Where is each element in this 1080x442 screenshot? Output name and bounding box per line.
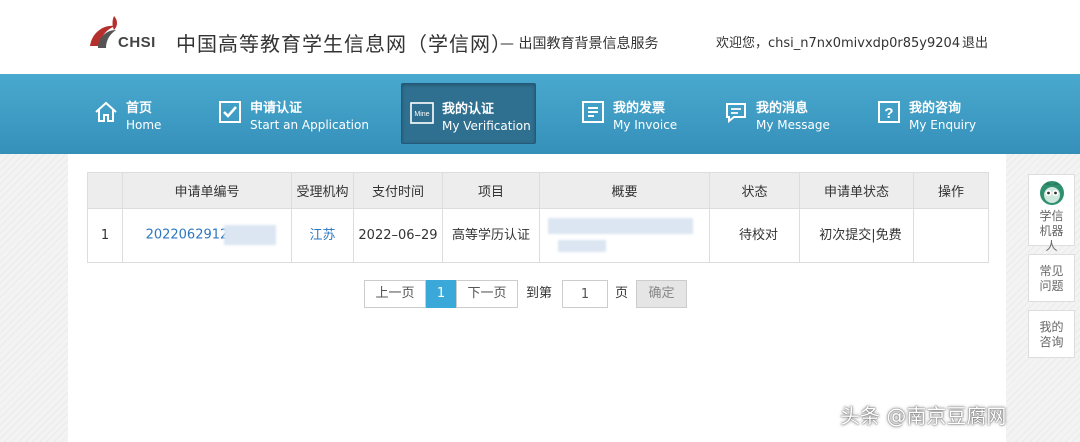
column-header-action: 操作 — [913, 172, 989, 209]
table-header-row: 申请单编号 受理机构 支付时间 项目 概要 状态 申请单状态 操作 — [87, 172, 989, 209]
verification-table: 申请单编号 受理机构 支付时间 项目 概要 状态 申请单状态 操作 1 2022… — [87, 172, 989, 263]
home-icon — [95, 101, 117, 122]
header: CHSI 中国高等教育学生信息网（学信网） — 出国教育背景信息服务 欢迎您，c… — [0, 0, 1080, 74]
row-index: 1 — [87, 208, 123, 263]
summary-cell — [539, 208, 710, 263]
project-cell: 高等学历认证 — [442, 208, 540, 263]
question-icon: ? — [878, 101, 900, 123]
watermark: 头条 @南京豆腐网 — [840, 404, 1007, 428]
nav-item-home[interactable]: 首页 Home — [86, 83, 186, 144]
column-header — [87, 172, 123, 209]
nav-item-my-enquiry[interactable]: ? 我的咨询 My Enquiry — [869, 83, 979, 144]
mine-icon-text: Mine — [414, 111, 429, 118]
goto-prefix: 到第 — [526, 286, 553, 301]
side-enquiry-label: 我的咨询 — [1039, 320, 1064, 349]
column-header-number: 申请单编号 — [122, 172, 292, 209]
agency-link[interactable]: 江苏 — [309, 228, 335, 243]
nav-label-en: Start an Application — [250, 118, 369, 132]
question-icon-text: ? — [884, 105, 893, 122]
nav-label-en: My Verification — [442, 119, 531, 133]
nav-label-en: My Invoice — [613, 118, 678, 132]
action-cell — [913, 208, 989, 263]
nav-label-zh: 我的消息 — [756, 101, 809, 116]
nav-label-en: My Enquiry — [909, 118, 977, 132]
nav-label-en: Home — [126, 118, 162, 132]
nav-label-en: My Message — [756, 118, 830, 132]
status-cell: 待校对 — [709, 208, 800, 263]
nav-item-my-message[interactable]: 我的消息 My Message — [716, 83, 836, 144]
goto-suffix: 页 — [615, 286, 629, 301]
order-status-cell: 初次提交|免费 — [799, 208, 914, 263]
faq-label: 常见问题 — [1039, 264, 1064, 293]
main-nav: 首页 Home 申请认证 Start an Application Mine 我… — [0, 74, 1080, 154]
nav-item-my-verification[interactable]: Mine 我的认证 My Verification — [401, 83, 536, 144]
robot-button[interactable]: 学信机器人 — [1028, 174, 1075, 253]
column-header-project: 项目 — [442, 172, 540, 209]
goto-page-input[interactable] — [562, 280, 608, 308]
current-page-button[interactable]: 1 — [426, 280, 456, 308]
logo-text: CHSI — [118, 34, 156, 51]
site-subtitle: — 出国教育背景信息服务 — [500, 36, 659, 52]
redacted-summary — [548, 216, 709, 256]
redacted-line — [548, 217, 693, 234]
nav-item-my-invoice[interactable]: 我的发票 My Invoice — [573, 83, 683, 144]
application-number-cell: 2022062912 — [122, 208, 292, 263]
table-row: 1 2022062912 江苏 2022–06–29 高等学历认证 待校对 初次… — [87, 208, 989, 263]
prev-page-button[interactable]: 上一页 — [364, 280, 426, 308]
column-header-summary: 概要 — [539, 172, 710, 209]
column-header-order-status: 申请单状态 — [799, 172, 914, 209]
mine-icon: Mine — [410, 102, 434, 124]
application-number-link[interactable]: 2022062912 — [146, 228, 229, 243]
paid-date-cell: 2022–06–29 — [353, 208, 443, 263]
nav-label-zh: 首页 — [126, 101, 153, 116]
nav-label-zh: 我的认证 — [442, 102, 495, 117]
faq-button[interactable]: 常见问题 — [1028, 254, 1075, 302]
nav-label-zh: 我的咨询 — [909, 101, 962, 116]
robot-label: 学信机器人 — [1039, 209, 1064, 253]
check-box-icon — [219, 101, 241, 123]
nav-label-zh: 我的发票 — [613, 101, 666, 116]
nav-label-zh: 申请认证 — [250, 101, 303, 116]
column-header-agency: 受理机构 — [291, 172, 354, 209]
agency-cell: 江苏 — [291, 208, 354, 263]
message-icon — [726, 103, 746, 124]
column-header-paid-date: 支付时间 — [353, 172, 443, 209]
next-page-button[interactable]: 下一页 — [456, 280, 518, 308]
invoice-icon — [582, 101, 604, 123]
column-header-status: 状态 — [709, 172, 800, 209]
confirm-page-button[interactable]: 确定 — [636, 280, 687, 308]
robot-owl-icon — [1039, 181, 1064, 205]
redacted-number — [224, 225, 277, 246]
redacted-line — [558, 239, 606, 252]
logout-link[interactable]: 退出 — [962, 32, 988, 51]
main-panel: 申请单编号 受理机构 支付时间 项目 概要 状态 申请单状态 操作 1 2022… — [68, 154, 1006, 442]
nav-item-start-application[interactable]: 申请认证 Start an Application — [210, 83, 380, 144]
side-enquiry-button[interactable]: 我的咨询 — [1028, 310, 1075, 358]
welcome-text: 欢迎您，chsi_n7nx0mivxdp0r85y9204 — [716, 36, 961, 51]
site-title: 中国高等教育学生信息网（学信网） — [176, 32, 512, 56]
